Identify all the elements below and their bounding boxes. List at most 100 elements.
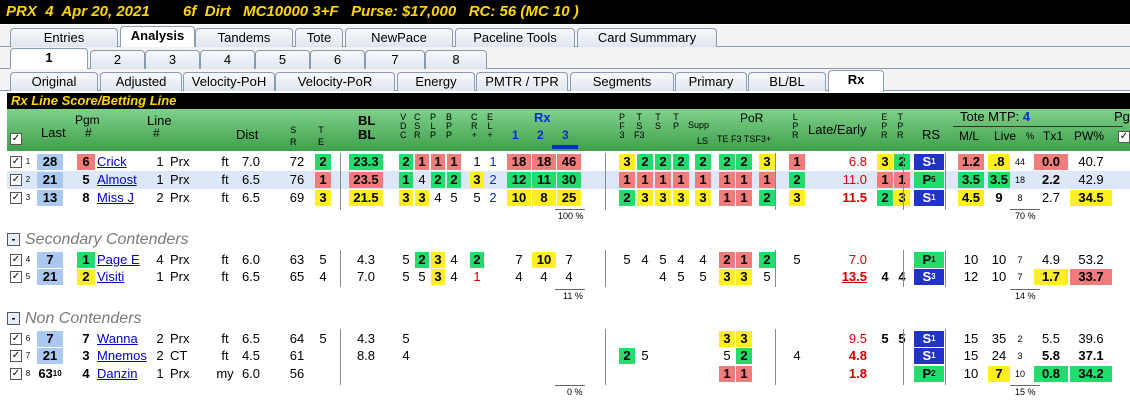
collapse-secondary-button[interactable]: - (7, 233, 20, 246)
hdr-rx1: 1 (512, 128, 519, 142)
distance: 6.5 (241, 172, 261, 187)
row-number: 4 (25, 255, 31, 264)
horse-name-link[interactable]: Danzin (97, 366, 139, 382)
pf-value: 5 (623, 252, 631, 267)
pw-pct: 33.7 (1070, 269, 1112, 285)
horse-name-link[interactable]: Almost (97, 172, 139, 188)
collapse-non-button[interactable]: - (7, 312, 20, 325)
tab-view-4[interactable]: Energy (397, 72, 475, 91)
entry-row[interactable]: ✓ 2 21 5 Almost 1 Prx ft 6.5 76 1 23.5 1 4 2 2 3 2 12 11 30 1… (7, 171, 1130, 189)
horse-name-link[interactable]: Visiti (97, 269, 139, 285)
row-checkbox[interactable]: ✓ (10, 350, 22, 362)
rs-number: 2 (931, 369, 936, 378)
line-number: 2 (156, 331, 164, 346)
horse-name-link[interactable]: Page E (97, 252, 140, 268)
entry-row[interactable]: ✓ 6 7 7 Wanna 2 Prx ft 6.5 64 5 4.3 5 3 3 9.5 5 5 S1 15 35 2 5… (7, 330, 1130, 348)
group-non: - Non Contenders (7, 310, 142, 328)
morning-line: 12 (963, 269, 979, 284)
entry-row[interactable]: ✓ 8 6310 4 Danzin 1 Prx my 6.0 56 1 1 1.8 P2 10 7 10 0.8 3… (7, 365, 1130, 383)
horse-name-link[interactable]: Wanna (97, 331, 139, 347)
column-separator (903, 153, 904, 210)
entry-row[interactable]: ✓ 4 7 1 Page E 4 Prx ft 6.0 63 5 4.3 5 2 3 4 2 7 10 7 5 4 5 4 4 2… (7, 251, 1130, 269)
rx1-value: 12 (507, 172, 531, 188)
row-checkbox[interactable]: ✓ (10, 174, 22, 186)
tab-view-9[interactable]: Rx (828, 70, 884, 92)
tp-value: 2 (673, 154, 689, 170)
pg-checkbox[interactable]: ✓ (1118, 131, 1130, 143)
p3-value: 2 (759, 252, 775, 268)
row-checkbox[interactable]: ✓ (10, 271, 22, 283)
entry-row[interactable]: ✓ 1 28 6 Crick 1 Prx ft 7.0 72 2 23.3 2 1 1 1 1 1 18 18 46 3 2… (7, 153, 1130, 171)
tab-view-6[interactable]: Segments (570, 72, 674, 91)
last-days: 63 (38, 366, 53, 381)
pw-pct: 42.9 (1078, 172, 1104, 187)
b-value: 1 (447, 154, 461, 170)
entry-row[interactable]: ✓ 3 13 8 Miss J 2 Prx ft 6.5 69 3 21.5 3 3 4 5 5 2 10 8 25 2 3… (7, 189, 1130, 207)
morning-line: 1.2 (958, 154, 984, 170)
tab-race-0[interactable]: 1 (10, 48, 88, 70)
late-early-value: 7.0 (848, 252, 867, 267)
late-early-value: 11.5 (842, 190, 867, 205)
rx2-value: 10 (532, 252, 556, 268)
tab-view-7[interactable]: Primary (675, 72, 747, 91)
row-checkbox[interactable]: ✓ (10, 333, 22, 345)
tab-race-4[interactable]: 5 (255, 50, 310, 69)
horse-name-link[interactable]: Miss J (97, 190, 139, 206)
tab-view-8[interactable]: BL/BL (748, 72, 826, 91)
tab-view-1[interactable]: Adjusted (100, 72, 182, 91)
lpr-value: 2 (789, 172, 805, 188)
hdr-pf3: P F 3 (619, 112, 626, 140)
tab-view-2[interactable]: Velocity-PoH (183, 72, 275, 91)
tpr-value: 4 (898, 269, 906, 284)
select-all-checkbox[interactable]: ✓ (10, 133, 22, 145)
tab-main-1[interactable]: Analysis (120, 26, 195, 48)
tab-main-5[interactable]: Paceline Tools (455, 28, 575, 47)
p1-value: 3 (719, 331, 735, 347)
tab-view-5[interactable]: PMTR / TPR (476, 72, 568, 91)
el-value: 1 (489, 154, 497, 169)
entry-row[interactable]: ✓ 7 21 3 Mnemos 2 CT ft 4.5 61 8.8 4 2 5 5 2 4 4.8 S1 15 24 3… (7, 347, 1130, 365)
tab-main-3[interactable]: Tote (295, 28, 343, 47)
speed-rating: 76 (289, 172, 305, 187)
hdr-epr: E P R (881, 112, 888, 140)
title-surface: Dirt (204, 3, 231, 20)
row-checkbox[interactable]: ✓ (10, 368, 22, 380)
tab-race-5[interactable]: 6 (310, 50, 365, 69)
tab-main-0[interactable]: Entries (10, 28, 118, 47)
tab-race-3[interactable]: 4 (200, 50, 255, 69)
live-pct: 2 (1017, 334, 1023, 344)
hdr-por: PoR (740, 111, 764, 125)
betting-line: 4.3 (356, 331, 376, 346)
pct-group3: 0 % (567, 387, 583, 397)
column-separator (340, 153, 341, 210)
tab-view-3[interactable]: Velocity-PoR (275, 72, 395, 91)
entry-row[interactable]: ✓ 5 21 2 Visiti 1 Prx ft 6.5 65 4 7.0 5 5 3 4 1 4 4 4 4 5 5 3 3 5… (7, 268, 1130, 286)
late-early-value: 4.8 (848, 348, 867, 363)
horse-name-link[interactable]: Mnemos (97, 348, 147, 364)
horse-name-link[interactable]: Crick (97, 154, 139, 170)
epr-value: 3 (877, 154, 893, 170)
p-value: 1 (431, 154, 445, 170)
surface: ft (221, 348, 229, 363)
rs-number: 5 (931, 175, 936, 184)
tab-race-2[interactable]: 3 (145, 50, 200, 69)
live-odds: 10 (991, 269, 1007, 284)
row-checkbox[interactable]: ✓ (10, 254, 22, 266)
title-purse: Purse: $17,000 (351, 3, 457, 20)
row-checkbox[interactable]: ✓ (10, 192, 22, 204)
el-value: 2 (489, 190, 497, 205)
pw-pct: 34.2 (1070, 366, 1112, 382)
tab-view-0[interactable]: Original (10, 72, 98, 91)
tab-main-2[interactable]: Tandems (195, 28, 293, 47)
tab-main-6[interactable]: Card Summmary (577, 28, 717, 47)
tab-race-1[interactable]: 2 (90, 50, 145, 69)
live-odds: 3.5 (988, 172, 1010, 188)
live-pct: 10 (1014, 369, 1025, 379)
hdr-pgm: Pgm (75, 113, 100, 127)
ts-value: 2 (655, 154, 671, 170)
tab-main-4[interactable]: NewPace (345, 28, 453, 47)
tab-race-7[interactable]: 8 (425, 50, 487, 69)
pct-line-3b (1010, 385, 1040, 386)
row-checkbox[interactable]: ✓ (10, 156, 22, 168)
tab-race-6[interactable]: 7 (365, 50, 425, 69)
